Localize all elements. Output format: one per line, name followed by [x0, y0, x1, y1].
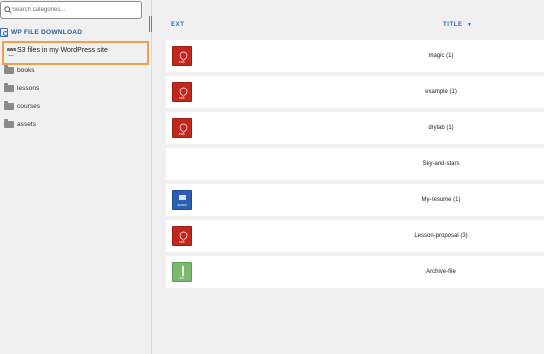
file-title: My-resume (1) [421, 197, 461, 203]
file-title: Lesson-proposal (3) [414, 233, 468, 239]
file-title: drylab (1) [428, 125, 454, 131]
wpfd-logo-icon [0, 27, 8, 37]
search-input[interactable] [12, 4, 140, 16]
file-row[interactable]: Lesson-proposal (3) [166, 220, 544, 252]
s3-category-label: S3 files in my WordPress site [17, 47, 108, 54]
column-header-title[interactable]: TITLE ▼ [443, 22, 473, 34]
file-title: Archive-file [426, 269, 456, 275]
pdf-file-icon [172, 46, 192, 66]
category-sidebar: WP FILE DOWNLOAD aws S3 files in my Word… [0, 0, 152, 354]
pdf-file-icon [172, 82, 192, 102]
folder-icon [4, 82, 14, 92]
folder-icon [4, 64, 14, 74]
category-label: lessons [17, 84, 40, 92]
folder-icon [4, 118, 14, 128]
aws-icon: aws [7, 47, 17, 56]
category-item-books[interactable]: books [4, 64, 35, 75]
search-box[interactable] [0, 1, 142, 19]
file-title: Sky-and-stars [422, 161, 460, 167]
category-label: assets [17, 120, 37, 128]
zip-file-icon [172, 262, 192, 282]
search-icon [4, 6, 12, 14]
file-row[interactable]: example (1) [166, 76, 544, 108]
category-item-assets[interactable]: assets [4, 118, 37, 129]
word-file-icon [172, 190, 192, 210]
file-row[interactable]: drylab (1) [166, 112, 544, 144]
category-item-lessons[interactable]: lessons [4, 82, 40, 93]
column-header-title-label: TITLE [443, 22, 463, 28]
column-header-ext[interactable]: EXT [171, 22, 184, 34]
s3-category-item[interactable]: aws S3 files in my WordPress site [2, 41, 149, 65]
sort-desc-icon: ▼ [466, 22, 473, 28]
category-item-courses[interactable]: courses [4, 100, 41, 111]
category-label: courses [17, 102, 41, 110]
pdf-file-icon [172, 226, 192, 246]
file-manager: WP FILE DOWNLOAD aws S3 files in my Word… [0, 0, 544, 354]
file-row[interactable]: Archive-file [166, 256, 544, 288]
category-label: books [17, 66, 35, 74]
file-title: example (1) [425, 89, 457, 95]
plugin-header[interactable]: WP FILE DOWNLOAD [0, 27, 82, 37]
file-row[interactable]: magic (1) [166, 40, 544, 72]
file-title: magic (1) [428, 53, 454, 59]
plugin-title: WP FILE DOWNLOAD [11, 28, 83, 36]
folder-icon [4, 100, 14, 110]
file-list-panel: EXT TITLE ▼ magic (1) example (1) drylab… [153, 0, 544, 354]
file-row[interactable]: Sky-and-stars [166, 148, 544, 180]
pdf-file-icon [172, 118, 192, 138]
file-row[interactable]: My-resume (1) [166, 184, 544, 216]
